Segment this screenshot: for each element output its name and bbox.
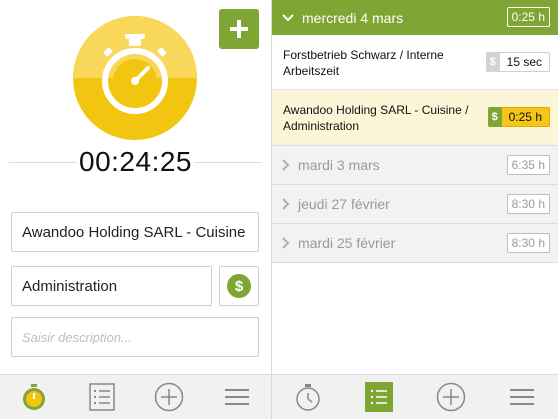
hamburger-menu-icon (225, 389, 250, 405)
tab-menu[interactable] (487, 375, 558, 419)
tab-menu[interactable] (203, 375, 271, 419)
project-value: Awandoo Holding SARL - Cuisine (22, 223, 246, 241)
stopwatch-icon[interactable] (72, 15, 198, 141)
stopwatch-icon (22, 384, 45, 410)
entry-duration-value: 0:25 h (501, 107, 550, 127)
entry-title: Awandoo Holding SARL - Cuisine / Adminis… (283, 103, 469, 133)
elapsed-time: 00:24:25 (79, 146, 192, 177)
tab-list[interactable] (344, 375, 416, 419)
plus-icon (230, 20, 248, 38)
day-label: jeudi 27 février (298, 196, 390, 212)
add-entry-button[interactable] (219, 9, 259, 49)
description-input[interactable] (11, 317, 259, 357)
tab-add[interactable] (415, 375, 487, 419)
list-icon (371, 390, 388, 404)
chevron-right-icon (282, 198, 290, 210)
tab-timer[interactable] (272, 375, 344, 419)
plus-circle-icon (436, 382, 465, 412)
tab-add[interactable] (136, 375, 204, 419)
day-total-badge: 0:25 h (506, 7, 550, 27)
time-entry-running[interactable]: Awandoo Holding SARL - Cuisine / Adminis… (272, 90, 558, 146)
entries-panel: mercredi 4 mars 0:25 h Forstbetrieb Schw… (272, 0, 558, 374)
day-row-collapsed[interactable]: mardi 3 mars 6:35 h (272, 146, 558, 185)
entry-duration-value: 15 sec (499, 52, 550, 72)
dollar-icon: $ (487, 107, 502, 127)
timer-display-row: 00:24:25 (0, 143, 271, 181)
tab-timer[interactable] (0, 375, 68, 419)
day-total-badge: 8:30 h (506, 194, 550, 214)
bottom-toolbar-right (272, 374, 558, 419)
bottom-toolbar-left (0, 374, 271, 419)
billable-toggle[interactable]: $ (219, 266, 259, 306)
plus-circle-icon (155, 382, 184, 412)
dollar-icon: $ (227, 274, 251, 298)
day-total-badge: 6:35 h (506, 155, 550, 175)
day-header-expanded[interactable]: mercredi 4 mars 0:25 h (272, 0, 558, 35)
entry-duration: $ 15 sec (485, 52, 550, 72)
chevron-right-icon (282, 159, 290, 171)
hamburger-menu-icon (510, 389, 535, 405)
task-field[interactable]: Administration (11, 266, 212, 306)
chevron-down-icon (282, 13, 294, 22)
dollar-icon: $ (485, 52, 500, 72)
day-row-collapsed[interactable]: mardi 25 février 8:30 h (272, 224, 558, 263)
list-icon (88, 383, 115, 411)
stopwatch-icon (296, 384, 320, 411)
entry-duration: $ 0:25 h (487, 107, 550, 127)
entry-title: Forstbetrieb Schwarz / Interne Arbeitsze… (283, 48, 444, 78)
chevron-right-icon (282, 237, 290, 249)
tab-list[interactable] (68, 375, 136, 419)
day-row-collapsed[interactable]: jeudi 27 février 8:30 h (272, 185, 558, 224)
task-value: Administration (22, 277, 118, 295)
day-label: mardi 25 février (298, 235, 396, 251)
project-field[interactable]: Awandoo Holding SARL - Cuisine (11, 212, 259, 252)
day-total-badge: 8:30 h (506, 233, 550, 253)
day-label: mardi 3 mars (298, 157, 380, 173)
day-label: mercredi 4 mars (302, 9, 404, 26)
time-entry[interactable]: Forstbetrieb Schwarz / Interne Arbeitsze… (272, 35, 558, 90)
timer-panel: 00:24:25 Awandoo Holding SARL - Cuisine … (0, 0, 271, 419)
billable-symbol: $ (235, 278, 244, 295)
tab-list-active (365, 382, 394, 412)
